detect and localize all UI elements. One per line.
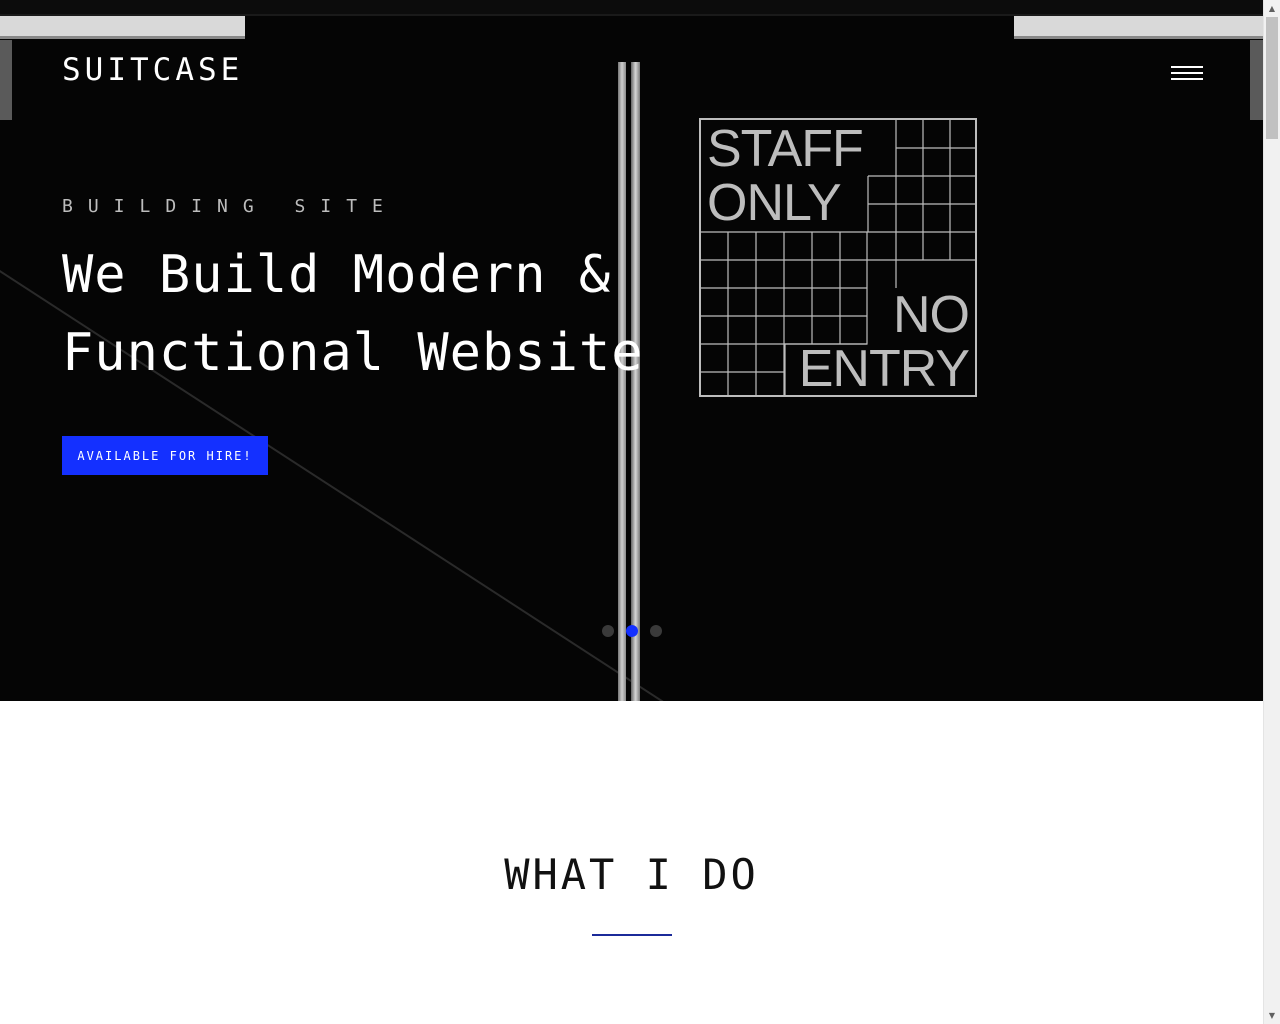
hero-headline: We Build Modern & Functional Website bbox=[62, 245, 644, 383]
section-title-underline bbox=[592, 934, 672, 936]
site-logo[interactable]: SUITCASE bbox=[62, 52, 243, 88]
available-for-hire-button[interactable]: AVAILABLE FOR HIRE! bbox=[62, 436, 268, 475]
vertical-scrollbar[interactable]: ▲ ▼ bbox=[1263, 0, 1280, 1024]
scroll-up-arrow-icon[interactable]: ▲ bbox=[1264, 0, 1280, 17]
staff-only-sign: STAFF ONLY NO ENTRY bbox=[699, 118, 977, 397]
wall-bracket-right bbox=[1250, 40, 1263, 120]
hamburger-menu-icon[interactable] bbox=[1171, 66, 1203, 84]
ceiling bbox=[0, 0, 1263, 16]
menu-bar bbox=[1171, 78, 1203, 80]
hero-kicker: BUILDING SITE bbox=[62, 196, 398, 217]
menu-bar bbox=[1171, 66, 1203, 68]
ceiling-light-right bbox=[1014, 16, 1263, 36]
sign-text-staff: STAFF bbox=[707, 120, 864, 178]
slider-dots bbox=[602, 625, 662, 637]
page: STAFF ONLY NO ENTRY SUITCASE BUILDING SI… bbox=[0, 0, 1263, 1024]
scrollbar-thumb[interactable] bbox=[1266, 17, 1278, 139]
wall-bracket-left bbox=[0, 40, 12, 120]
sign-text-entry: ENTRY bbox=[798, 340, 970, 398]
hero-section: STAFF ONLY NO ENTRY SUITCASE BUILDING SI… bbox=[0, 0, 1263, 701]
scroll-down-arrow-icon[interactable]: ▼ bbox=[1264, 1007, 1280, 1024]
menu-bar bbox=[1171, 72, 1203, 74]
sign-text-no: NO bbox=[893, 286, 970, 344]
slider-dot-1[interactable] bbox=[602, 625, 614, 637]
section-title: WHAT I DO bbox=[504, 850, 759, 899]
ceiling-light-left bbox=[0, 16, 245, 36]
slider-dot-3[interactable] bbox=[650, 625, 662, 637]
slider-dot-2[interactable] bbox=[626, 625, 638, 637]
sign-text-only: ONLY bbox=[707, 174, 842, 232]
